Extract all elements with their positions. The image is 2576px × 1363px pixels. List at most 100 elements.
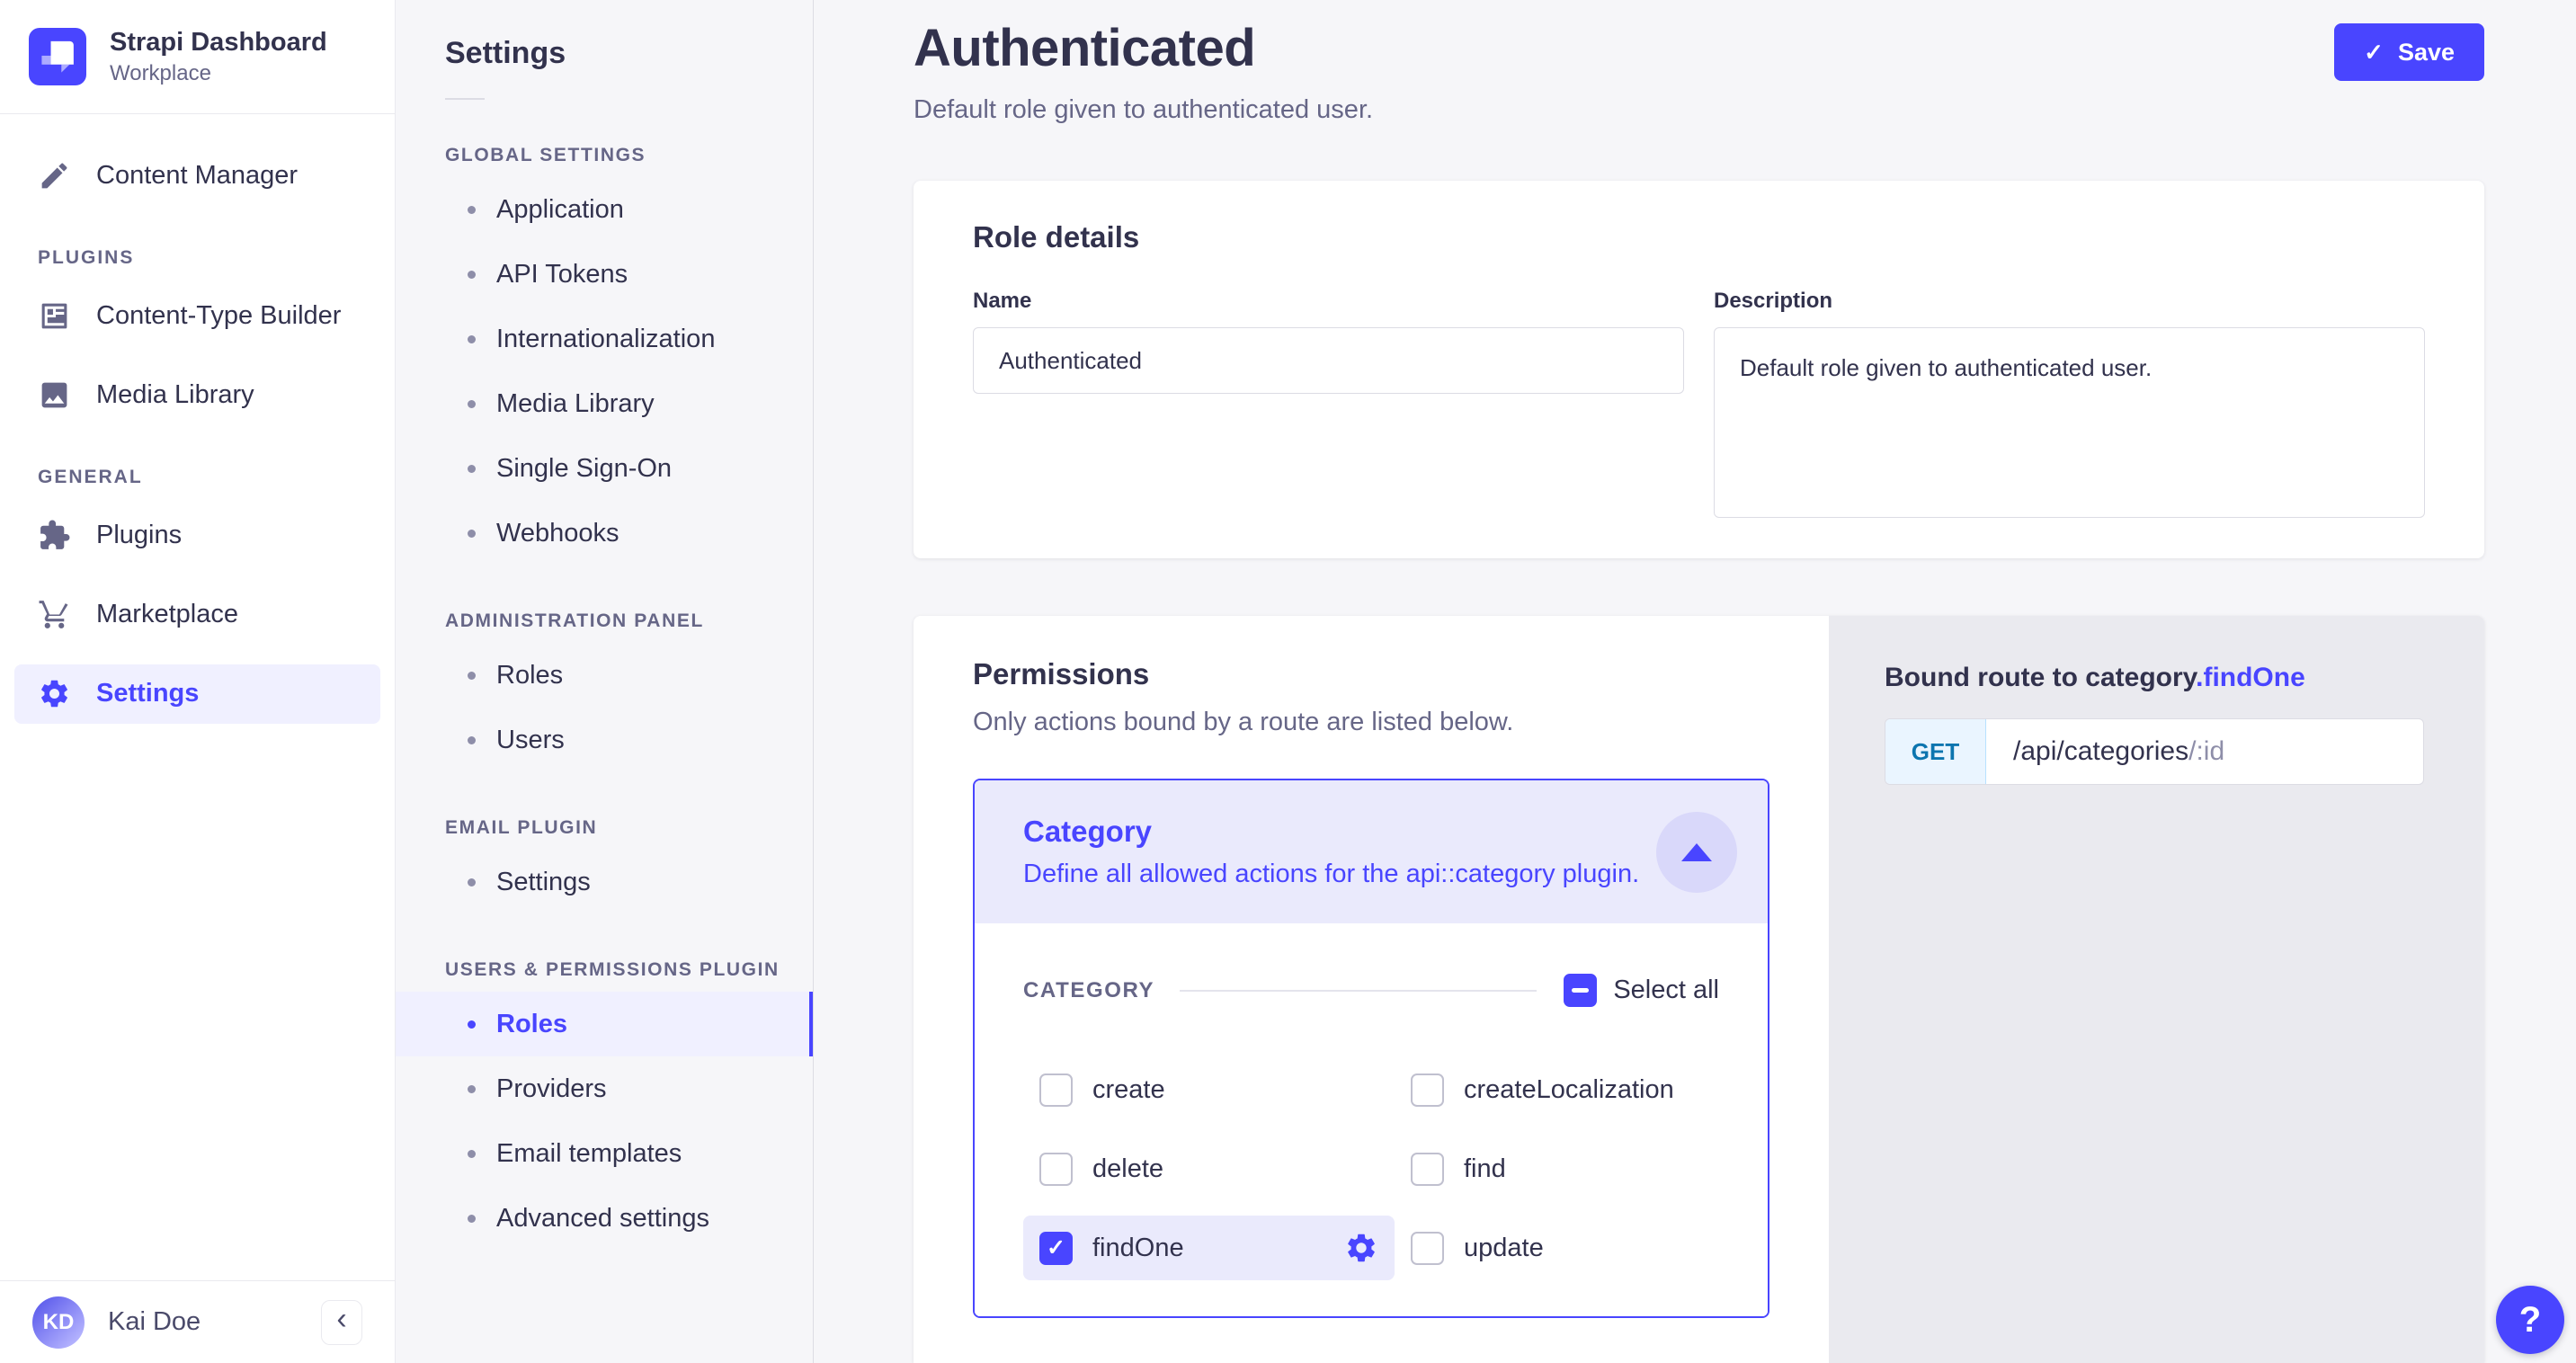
bullet-icon xyxy=(468,736,476,744)
help-button[interactable]: ? xyxy=(2496,1286,2564,1354)
bullet-icon xyxy=(468,465,476,473)
subnav-item-label: Users xyxy=(496,726,565,755)
subnav-item-admin-users[interactable]: Users xyxy=(396,708,813,772)
permission-label: findOne xyxy=(1092,1234,1184,1263)
subnav-item-email-templates[interactable]: Email templates xyxy=(396,1121,813,1186)
permissions-subtitle: Only actions bound by a route are listed… xyxy=(973,708,1769,737)
page-title: Authenticated xyxy=(914,18,1255,78)
subnav-item-webhooks[interactable]: Webhooks xyxy=(396,501,813,566)
subnav-item-label: Webhooks xyxy=(496,519,619,548)
workspace-title: Strapi Dashboard xyxy=(110,27,327,58)
sidebar-item-media-library[interactable]: Media Library xyxy=(14,366,380,425)
category-accordion-header[interactable]: Category Define all allowed actions for … xyxy=(975,780,1768,923)
name-input[interactable] xyxy=(973,327,1684,394)
route-path-main: /api/categories xyxy=(2013,736,2188,767)
permission-create[interactable]: create xyxy=(1023,1057,1395,1122)
checkbox-update[interactable] xyxy=(1411,1232,1444,1265)
permission-label: find xyxy=(1464,1154,1506,1184)
subnav-item-media-library[interactable]: Media Library xyxy=(396,371,813,436)
permission-createlocalization[interactable]: createLocalization xyxy=(1395,1057,1719,1122)
subnav-section-global-settings: GLOBAL SETTINGS xyxy=(445,145,813,166)
subnav-section-users-permissions-plugin: USERS & PERMISSIONS PLUGIN xyxy=(445,959,813,981)
page-header: Authenticated ✓ Save xyxy=(914,0,2484,81)
sidebar-collapse-button[interactable]: ‹ xyxy=(321,1300,362,1345)
category-accordion-body: CATEGORY Select all create xyxy=(975,923,1768,1316)
accordion-title: Category xyxy=(1023,815,1719,849)
checkbox-delete[interactable] xyxy=(1039,1153,1073,1186)
image-icon xyxy=(38,379,71,412)
sidebar-item-marketplace[interactable]: Marketplace xyxy=(14,585,380,645)
subnav-item-label: Internationalization xyxy=(496,325,715,354)
permission-find[interactable]: find xyxy=(1395,1136,1719,1201)
checkbox-createlocalization[interactable] xyxy=(1411,1073,1444,1107)
subnav-item-application[interactable]: Application xyxy=(396,177,813,242)
subnav-item-label: Single Sign-On xyxy=(496,454,672,484)
settings-subnav: Settings GLOBAL SETTINGS Application API… xyxy=(396,0,814,1363)
subnav-item-single-sign-on[interactable]: Single Sign-On xyxy=(396,436,813,501)
workspace-subtitle: Workplace xyxy=(110,61,327,86)
select-all-control[interactable]: Select all xyxy=(1564,974,1719,1007)
name-field-group: Name xyxy=(973,289,1684,522)
bound-route-title: Bound route to category.findOne xyxy=(1885,663,2484,693)
checkbox-findone[interactable]: ✓ xyxy=(1039,1232,1073,1265)
checkbox-create[interactable] xyxy=(1039,1073,1073,1107)
check-icon: ✓ xyxy=(1047,1237,1065,1260)
description-label: Description xyxy=(1714,289,2425,314)
permission-findone[interactable]: ✓ findOne xyxy=(1023,1216,1395,1280)
category-group-row: CATEGORY Select all xyxy=(1023,974,1719,1007)
sidebar-item-content-manager[interactable]: Content Manager xyxy=(14,147,380,206)
route-path: /api/categories/:id xyxy=(1986,719,2224,784)
workspace-brand[interactable]: Strapi Dashboard Workplace xyxy=(0,0,395,114)
subnav-item-label: Providers xyxy=(496,1074,607,1104)
indeterminate-icon xyxy=(1572,988,1589,993)
subnav-item-email-settings[interactable]: Settings xyxy=(396,850,813,914)
sidebar-footer: KD Kai Doe ‹ xyxy=(0,1280,395,1363)
permission-delete[interactable]: delete xyxy=(1023,1136,1395,1201)
subnav-item-label: Settings xyxy=(496,868,591,897)
sidebar-item-content-type-builder[interactable]: Content-Type Builder xyxy=(14,287,380,346)
subnav-item-label: Roles xyxy=(496,661,563,690)
accordion-collapse-button[interactable] xyxy=(1656,812,1737,893)
subnav-item-label: Media Library xyxy=(496,389,655,419)
description-textarea[interactable]: Default role given to authenticated user… xyxy=(1714,327,2425,518)
subnav-item-advanced-settings[interactable]: Advanced settings xyxy=(396,1186,813,1251)
accordion-description: Define all allowed actions for the api::… xyxy=(1023,860,1719,889)
bullet-icon xyxy=(468,1085,476,1093)
sidebar-item-label: Marketplace xyxy=(96,600,238,629)
subnav-item-providers[interactable]: Providers xyxy=(396,1056,813,1121)
subnav-divider xyxy=(445,98,485,100)
page-subtitle: Default role given to authenticated user… xyxy=(914,95,2484,125)
subnav-item-admin-roles[interactable]: Roles xyxy=(396,643,813,708)
checkbox-find[interactable] xyxy=(1411,1153,1444,1186)
main-sidebar: Strapi Dashboard Workplace Content Manag… xyxy=(0,0,396,1363)
bullet-icon xyxy=(468,1215,476,1223)
findone-settings-button[interactable] xyxy=(1344,1231,1378,1265)
subnav-item-api-tokens[interactable]: API Tokens xyxy=(396,242,813,307)
brand-text: Strapi Dashboard Workplace xyxy=(110,27,327,86)
pen-icon xyxy=(38,159,71,192)
main-content: Authenticated ✓ Save Default role given … xyxy=(814,0,2576,1363)
save-button[interactable]: ✓ Save xyxy=(2334,23,2484,81)
subnav-item-up-roles[interactable]: Roles xyxy=(396,992,813,1056)
permission-label: create xyxy=(1092,1075,1165,1105)
permission-update[interactable]: update xyxy=(1395,1216,1719,1280)
subnav-item-label: Roles xyxy=(496,1010,567,1039)
bullet-icon xyxy=(468,1020,476,1029)
gear-icon xyxy=(38,677,71,710)
bullet-icon xyxy=(468,400,476,408)
permission-label: createLocalization xyxy=(1464,1075,1674,1105)
bullet-icon xyxy=(468,1150,476,1158)
strapi-logo-icon xyxy=(29,28,86,85)
sidebar-item-label: Settings xyxy=(96,679,199,708)
bullet-icon xyxy=(468,672,476,680)
category-group-label: CATEGORY xyxy=(1023,978,1154,1003)
user-avatar[interactable]: KD xyxy=(32,1296,85,1349)
sidebar-item-settings[interactable]: Settings xyxy=(14,664,380,724)
sidebar-item-plugins[interactable]: Plugins xyxy=(14,506,380,566)
layout-icon xyxy=(38,299,71,333)
bound-route-title-prefix: Bound route to category xyxy=(1885,663,2196,692)
permissions-card: Permissions Only actions bound by a rout… xyxy=(914,616,1829,1363)
subnav-item-internationalization[interactable]: Internationalization xyxy=(396,307,813,371)
select-all-checkbox[interactable] xyxy=(1564,974,1597,1007)
permissions-grid: create createLocalization delete xyxy=(1023,1057,1719,1280)
